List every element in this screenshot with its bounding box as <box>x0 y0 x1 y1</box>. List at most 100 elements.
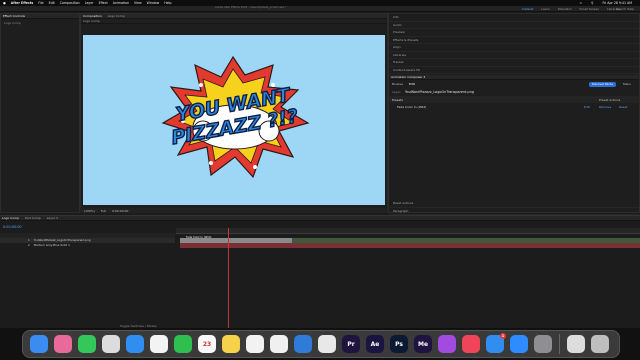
tab-layer-3[interactable]: Layer 3 <box>47 216 58 220</box>
dock-safari-icon[interactable] <box>318 335 336 353</box>
animation-composer-title[interactable]: Animation Composer 3 <box>391 75 425 79</box>
dock-calendar-icon[interactable]: 23 <box>198 335 216 353</box>
menu-file[interactable]: File <box>38 1 43 5</box>
preset-row[interactable]: Fade Color In (Wild) Edit Remove Reset <box>389 103 639 110</box>
menu-view[interactable]: View <box>134 1 142 5</box>
zoom-select[interactable]: (100%) <box>84 209 95 213</box>
preset-remove-button[interactable]: Remove <box>599 105 611 109</box>
menu-edit[interactable]: Edit <box>49 1 55 5</box>
presets-header: Presets Preset Actions <box>389 96 639 103</box>
right-panel: Info Audio Preview Effects & Presets Ali… <box>388 13 640 223</box>
layer-row-2[interactable]: 2 Medium Gray-Blue Solid 1 <box>28 243 173 248</box>
clock[interactable]: Fri Apr 28 9:41 AM <box>602 1 632 5</box>
workspace-standard[interactable]: Standard <box>558 7 572 11</box>
ac-tab-edit[interactable]: Edit <box>409 82 415 86</box>
burst-dot <box>199 83 203 87</box>
reset-actions[interactable]: Reset Actions <box>389 200 639 208</box>
window-title: Adobe After Effects 2023 - /Users/pizzaz… <box>215 6 287 9</box>
preset-edit-button[interactable]: Edit <box>584 105 590 109</box>
search-help[interactable]: Search Help <box>616 7 634 11</box>
dock-media-encoder-icon[interactable]: Me <box>414 335 432 353</box>
dock-separator <box>559 334 560 354</box>
comp-viewer[interactable]: YOU WANT PIZZAZZ ?!? <box>83 35 385 205</box>
tab-composition[interactable]: Composition <box>83 14 102 18</box>
tab-text-comp[interactable]: Text Comp <box>25 216 41 220</box>
ac-empty-area <box>389 110 639 200</box>
dock-keynote-icon[interactable] <box>294 335 312 353</box>
dock-facetime-icon[interactable] <box>174 335 192 353</box>
dock-app-store-icon[interactable]: 1 <box>486 333 506 353</box>
menu-help[interactable]: Help <box>164 1 171 5</box>
menu-window[interactable]: Window <box>147 1 160 5</box>
timeline-panel: Logo Comp Text Comp Layer 3 0:00:00:00 1… <box>0 215 640 328</box>
dock-music-icon[interactable] <box>462 335 480 353</box>
app-menu[interactable]: After Effects <box>11 1 33 5</box>
panel-content-aware-fill[interactable]: Content-Aware Fill <box>389 67 639 74</box>
panel-align[interactable]: Align <box>389 44 639 52</box>
burst-dot <box>209 161 213 165</box>
presets-label: Presets <box>392 97 403 102</box>
dock-slack-icon[interactable] <box>270 335 288 353</box>
dock-launchpad-icon[interactable] <box>54 335 72 353</box>
pizzazz-artwork: YOU WANT PIZZAZZ ?!? <box>161 55 310 179</box>
layer-name: YouWantPizzazz_LogoOnTransparent.png <box>405 90 474 94</box>
panel-tracker[interactable]: Tracker <box>389 59 639 67</box>
layer-2-number: 2 <box>28 243 30 247</box>
layer-1-name: YouWantPizzazz_LogoOnTransparent.png <box>33 238 91 242</box>
menu-composition[interactable]: Composition <box>60 1 80 5</box>
playhead[interactable] <box>228 228 229 328</box>
preset-actions-button[interactable]: Preset Actions <box>599 98 620 102</box>
dock-premiere-pro-icon[interactable]: Pr <box>342 335 360 353</box>
timeline-timecode[interactable]: 0:00:00:00 <box>3 225 22 229</box>
ac-layer-row: Layer: YouWantPizzazz_LogoOnTransparent.… <box>389 88 639 96</box>
dock-reminders-icon[interactable] <box>246 335 264 353</box>
dock-notes-icon[interactable] <box>222 335 240 353</box>
dock-photoshop-icon[interactable]: Ps <box>390 335 408 353</box>
menu-animation[interactable]: Animation <box>113 1 129 5</box>
app-badge: 1 <box>500 333 506 339</box>
discover-packs-button[interactable]: Discover Packs <box>589 81 616 87</box>
preset-reset-button[interactable]: Reset <box>619 105 627 109</box>
panel-libraries[interactable]: Libraries <box>389 52 639 59</box>
wifi-icon[interactable]: ≈ <box>579 1 582 5</box>
ac-toolbar: Browse Edit Discover Packs Menu <box>389 80 639 88</box>
dock-zoom-icon[interactable] <box>510 335 528 353</box>
dock-chrome-icon[interactable] <box>102 335 120 353</box>
tab-effect-controls[interactable]: Effect Controls <box>3 14 25 18</box>
workspace-small-screen[interactable]: Small Screen <box>579 7 599 11</box>
dock-system-settings-icon[interactable] <box>534 335 552 353</box>
resolution-select[interactable]: Full <box>101 209 106 213</box>
ac-tab-browse[interactable]: Browse <box>392 82 403 86</box>
ae-toolbar: Adobe After Effects 2023 - /Users/pizzaz… <box>0 6 640 12</box>
dock-photos-icon[interactable] <box>150 335 168 353</box>
track-bar-layer-2[interactable] <box>180 243 640 248</box>
dock-mail-icon[interactable] <box>126 335 144 353</box>
dock-after-effects-icon[interactable]: Ae <box>366 335 384 353</box>
dock-messages-icon[interactable] <box>78 335 96 353</box>
time-ruler[interactable] <box>176 228 640 234</box>
panel-audio[interactable]: Audio <box>389 22 639 29</box>
search-icon[interactable]: ⚲ <box>591 1 593 5</box>
comp-breadcrumb[interactable]: Logo Comp <box>83 19 100 23</box>
tab-logo-comp[interactable]: Logo Comp <box>2 216 19 220</box>
panel-info[interactable]: Info <box>389 14 639 22</box>
tab-comp-name[interactable]: Logo Comp <box>108 14 125 18</box>
dock-podcasts-icon[interactable] <box>438 335 456 353</box>
dock-finder-icon[interactable] <box>30 335 48 353</box>
panel-paragraph[interactable]: Paragraph <box>389 208 639 215</box>
dock-trash-icon[interactable] <box>591 335 609 353</box>
workspace-default[interactable]: Default <box>522 7 533 11</box>
menu-layer[interactable]: Layer <box>85 1 94 5</box>
project-panel: Effect Controls Logo Comp <box>0 13 80 213</box>
project-comp-name: Logo Comp <box>4 21 21 25</box>
apple-icon[interactable]: ● <box>3 1 6 5</box>
panel-preview[interactable]: Preview <box>389 29 639 37</box>
panel-effects-presets[interactable]: Effects & Presets <box>389 37 639 44</box>
ac-menu-button[interactable]: Menu <box>623 82 631 86</box>
timeline-tabbar: Logo Comp Text Comp Layer 3 <box>0 216 640 221</box>
workspace-learn[interactable]: Learn <box>541 7 549 11</box>
dock: 23 Pr Ae Ps Me 1 <box>22 330 620 358</box>
viewer-timecode[interactable]: 0:00:00:00 <box>112 209 128 213</box>
menu-effect[interactable]: Effect <box>99 1 108 5</box>
dock-preview-icon[interactable] <box>567 335 585 353</box>
